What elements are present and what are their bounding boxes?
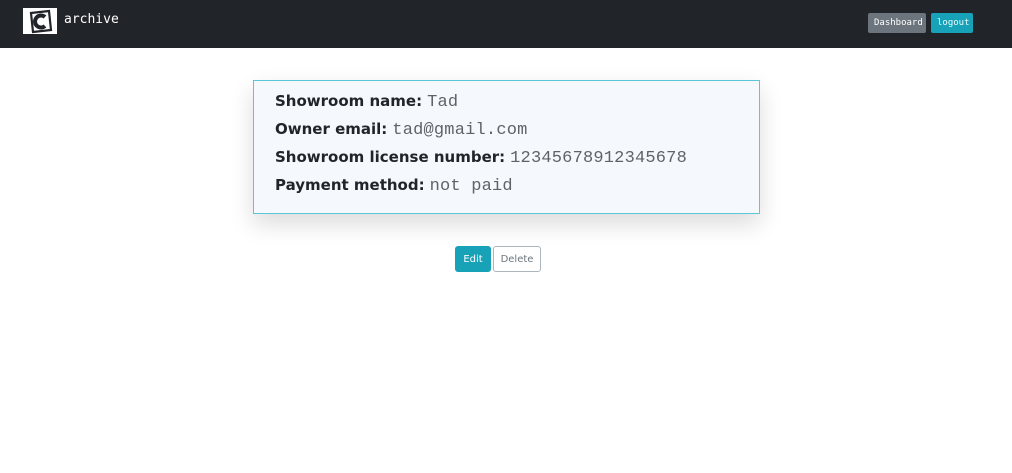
brand-text[interactable]: archive <box>64 12 119 27</box>
delete-button[interactable]: Delete <box>493 246 541 272</box>
navbar: archive Dashboard logout <box>0 0 1012 48</box>
c-logo-icon <box>23 8 57 34</box>
brand-link[interactable]: archive <box>23 8 119 34</box>
license-number-row: Showroom license number: 123456789123456… <box>275 148 687 170</box>
showroom-details-card: Showroom name: Tad Owner email: tad@gmai… <box>253 80 760 214</box>
payment-method-row: Payment method: not paid <box>275 176 513 198</box>
showroom-name-label: Showroom name: <box>275 92 423 110</box>
payment-method-value: not paid <box>429 177 513 196</box>
owner-email-value: tad@gmail.com <box>392 121 528 140</box>
payment-method-label: Payment method: <box>275 176 425 194</box>
edit-button[interactable]: Edit <box>455 246 491 272</box>
owner-email-label: Owner email: <box>275 120 388 138</box>
showroom-name-value: Tad <box>427 93 459 112</box>
showroom-name-row: Showroom name: Tad <box>275 92 458 114</box>
dashboard-button[interactable]: Dashboard <box>868 13 926 33</box>
logout-button[interactable]: logout <box>931 13 973 33</box>
owner-email-row: Owner email: tad@gmail.com <box>275 120 528 142</box>
license-number-label: Showroom license number: <box>275 148 506 166</box>
license-number-value: 12345678912345678 <box>510 149 687 168</box>
